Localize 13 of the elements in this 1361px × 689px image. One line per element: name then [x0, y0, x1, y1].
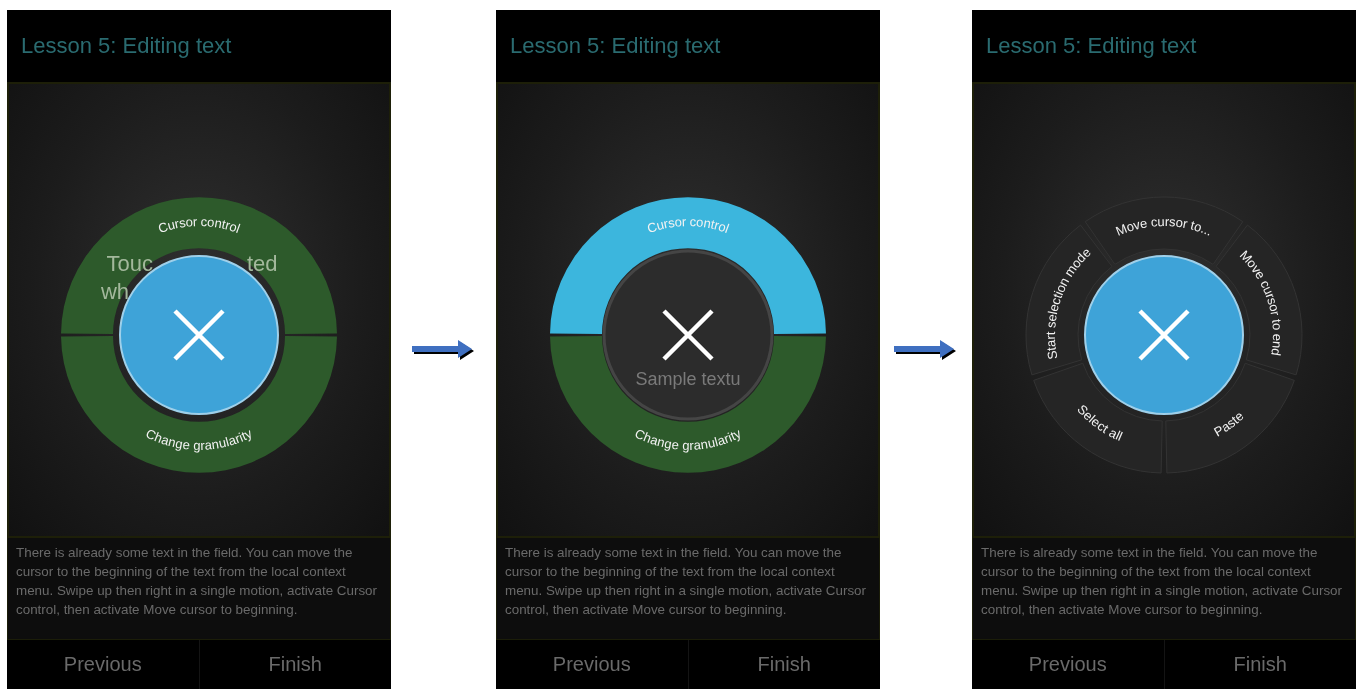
arrow-icon — [894, 338, 958, 361]
faint-text: ted — [247, 251, 278, 276]
faint-text: wh — [100, 279, 129, 304]
arrow-icon — [411, 338, 476, 361]
instruction-text: There is already some text in the field. You can move the cursor to the beginning of the text from the local context menu. Swipe up then right in a single motion, activate Cursor control, then activate Move cursor to beginning. — [7, 538, 391, 640]
faint-text: Touc — [106, 251, 153, 276]
faint-text: Sample textu — [635, 369, 741, 389]
close-button[interactable] — [602, 249, 774, 421]
instruction-text: There is already some text in the field. You can move the cursor to the beginning of the text from the local context menu. Swipe up then right in a single motion, activate Cursor control, then activate Move cursor to beginning. — [496, 538, 880, 640]
lesson-title: Lesson 5: Editing text — [510, 33, 721, 59]
lesson-title: Lesson 5: Editing text — [986, 33, 1197, 59]
instruction-text: There is already some text in the field. You can move the cursor to the beginning of the text from the local context menu. Swipe up then right in a single motion, activate Cursor control, then activate Move cursor to beginning. — [972, 538, 1356, 640]
lesson-title: Lesson 5: Editing text — [21, 33, 232, 59]
